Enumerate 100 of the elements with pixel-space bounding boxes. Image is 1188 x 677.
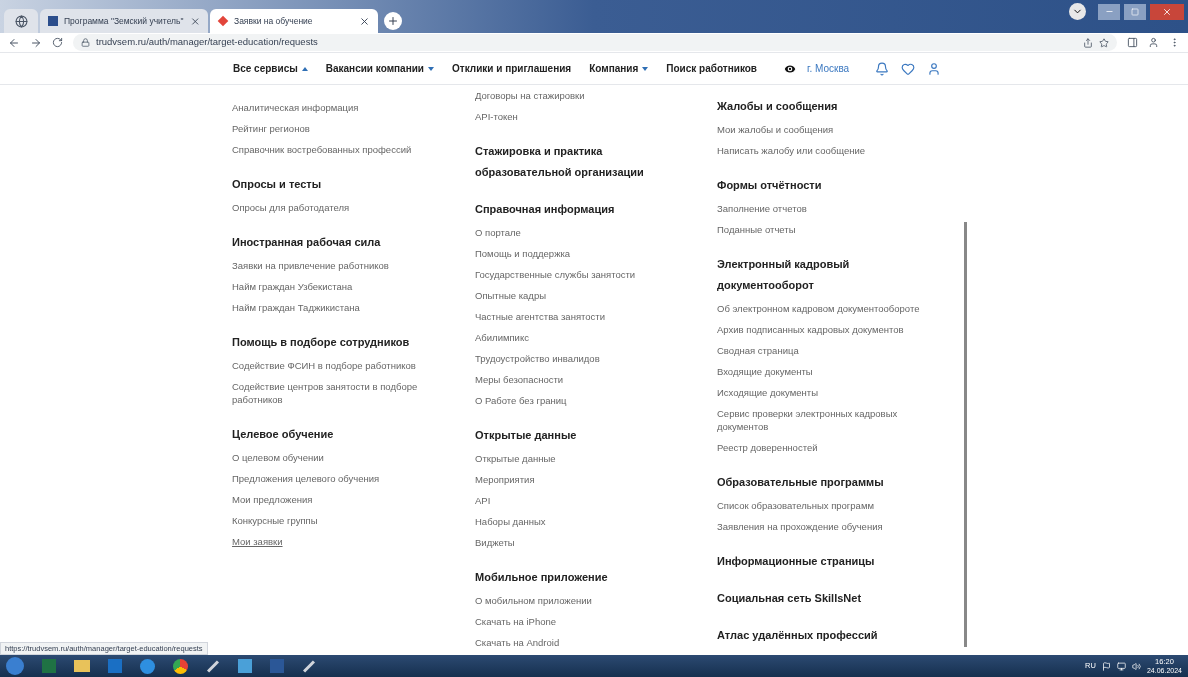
section-heading: Электронный кадровый документооборот (717, 257, 851, 293)
menu-link[interactable]: Виджеты (475, 532, 515, 553)
browser-tab[interactable] (4, 9, 38, 33)
caret-icon (428, 66, 434, 71)
menu-link[interactable]: Исходящие документы (717, 382, 818, 403)
menu-link[interactable]: Архив подписанных кадровых документов (717, 319, 904, 340)
browser-tab[interactable]: Программа "Земский учитель" (40, 9, 208, 33)
menu-link[interactable]: Содействие центров занятости в подборе работников (232, 376, 447, 410)
back-icon[interactable] (8, 36, 20, 49)
menu-link[interactable]: Абилимпикс (475, 327, 529, 348)
menu-link[interactable]: Скачать на Android (475, 632, 560, 653)
menu-link[interactable]: О целевом обучении (232, 447, 324, 468)
menu-link[interactable]: Государственные службы занятости (475, 264, 636, 285)
menu-link[interactable]: Написать жалобу или сообщение (717, 140, 866, 161)
menu-link[interactable]: Заявления на прохождение обучения (717, 516, 883, 537)
menu-link[interactable]: Найм граждан Узбекистана (232, 276, 353, 297)
favicon-icon (217, 15, 229, 27)
section-heading: Иностранная рабочая сила (232, 235, 382, 250)
bookmark-icon[interactable] (1099, 37, 1109, 48)
nav-menu-item[interactable]: Поиск работников (666, 61, 758, 76)
menu-link[interactable]: Реестр доверенностей (717, 437, 818, 458)
close-window-button[interactable] (1150, 3, 1184, 20)
reload-icon[interactable] (52, 37, 63, 48)
profile-icon[interactable] (1148, 37, 1159, 48)
menu-link[interactable]: О Работе без границ (475, 390, 567, 411)
section-heading: Жалобы и сообщения (717, 99, 839, 114)
close-icon[interactable] (359, 15, 370, 27)
notifications-icon[interactable] (875, 61, 890, 76)
menu-link[interactable]: Аналитическая информация (232, 97, 359, 118)
menu-link[interactable]: Об электронном кадровом документообороте (717, 298, 920, 319)
menu-link[interactable]: Сервис проверки электронных кадровых документов (717, 403, 932, 437)
menu-link[interactable]: О портале (475, 222, 521, 243)
globe-icon (14, 14, 28, 28)
section-heading: Социальная сеть SkillsNet (717, 591, 863, 606)
section-heading: Информационные страницы (717, 554, 876, 569)
tab-title: Заявки на обучение (234, 14, 314, 28)
start-button[interactable] (6, 657, 24, 675)
menu-link[interactable]: API-токен (475, 106, 518, 127)
new-tab-button[interactable] (384, 12, 402, 30)
menu-link[interactable]: Частные агентства занятости (475, 306, 605, 327)
close-icon[interactable] (189, 15, 200, 27)
menu-link[interactable]: Помощь и поддержка (475, 243, 571, 264)
network-icon[interactable] (1116, 661, 1126, 671)
url-text: trudvsem.ru/auth/manager/target-education/requests (96, 35, 318, 50)
menu-link[interactable]: Мои предложения (232, 489, 313, 510)
menu-link[interactable]: Найм граждан Таджикистана (232, 297, 360, 318)
city-link[interactable]: г. Москва (807, 61, 850, 76)
nav-menu-item[interactable]: Все сервисы (233, 61, 308, 76)
menu-link[interactable]: Мои жалобы и сообщения (717, 119, 834, 140)
nav-menu-item[interactable]: Компания (589, 61, 649, 76)
maximize-button[interactable] (1124, 3, 1146, 20)
browser-app-icon[interactable] (173, 658, 188, 674)
minimize-button[interactable] (1098, 3, 1120, 20)
menu-link[interactable]: Наборы данных (475, 511, 546, 532)
menu-link[interactable]: Скачать на iPhone (475, 611, 556, 632)
pen-icon[interactable] (207, 660, 219, 672)
flag-icon[interactable] (1101, 661, 1111, 671)
nav-menu-item[interactable]: Вакансии компании (325, 61, 434, 76)
scrollbar[interactable] (964, 222, 967, 647)
caret-icon (642, 66, 649, 71)
menu-link[interactable]: Мероприятия (475, 469, 535, 490)
address-bar[interactable]: trudvsem.ru/auth/manager/target-education/requests (73, 34, 1117, 51)
menu-link[interactable]: Мои заявки (232, 531, 283, 552)
share-icon[interactable] (1083, 37, 1093, 48)
menu-link[interactable]: Договоры на стажировки (475, 85, 585, 106)
menu-link[interactable]: Предложения целевого обучения (232, 468, 380, 489)
menu-link[interactable]: Рейтинг регионов (232, 118, 310, 139)
menu-link[interactable]: API (475, 490, 491, 511)
favicon-icon (48, 16, 58, 26)
menu-link[interactable]: Открытые данные (475, 448, 556, 469)
section-heading: Стажировка и практика образовательной организации (475, 144, 645, 180)
tab-search-button[interactable] (1069, 3, 1086, 20)
menu-link[interactable]: Опытные кадры (475, 285, 546, 306)
pen-icon[interactable] (303, 660, 315, 672)
browser-app-icon[interactable] (140, 658, 155, 674)
menu-link[interactable]: Трудоустройство инвалидов (475, 348, 600, 369)
lock-icon (81, 38, 90, 47)
section-heading: Открытые данные (475, 428, 578, 443)
section-heading: Целевое обучение (232, 427, 335, 442)
menu-link[interactable]: Заполнение отчетов (717, 198, 807, 219)
menu-link[interactable]: Справочник востребованных профессий (232, 139, 412, 160)
forward-icon[interactable] (30, 36, 42, 49)
heart-icon[interactable] (901, 61, 916, 76)
maximize-icon (1131, 7, 1139, 16)
section-heading: Образовательные программы (717, 475, 885, 490)
side-panel-icon[interactable] (1127, 37, 1138, 48)
menu-link[interactable]: Список образовательных программ (717, 495, 874, 516)
volume-icon[interactable] (1131, 661, 1141, 671)
nav-menu-item[interactable]: Отклики и приглашения (452, 61, 572, 76)
user-icon[interactable] (927, 61, 942, 76)
menu-link[interactable]: Заявки на привлечение работников (232, 255, 389, 276)
menu-link[interactable]: О мобильном приложении (475, 590, 592, 611)
menu-link[interactable]: Сводная страница (717, 340, 799, 361)
menu-link[interactable]: Опросы для работодателя (232, 197, 350, 218)
menu-link[interactable]: Конкурсные группы (232, 510, 318, 531)
menu-link[interactable]: Входящие документы (717, 361, 813, 382)
menu-link[interactable]: Поданные отчеты (717, 219, 796, 240)
menu-link[interactable]: Меры безопасности (475, 369, 564, 390)
browser-tab[interactable]: Заявки на обучение (210, 9, 378, 33)
menu-link[interactable]: Содействие ФСИН в подборе работников (232, 355, 416, 376)
